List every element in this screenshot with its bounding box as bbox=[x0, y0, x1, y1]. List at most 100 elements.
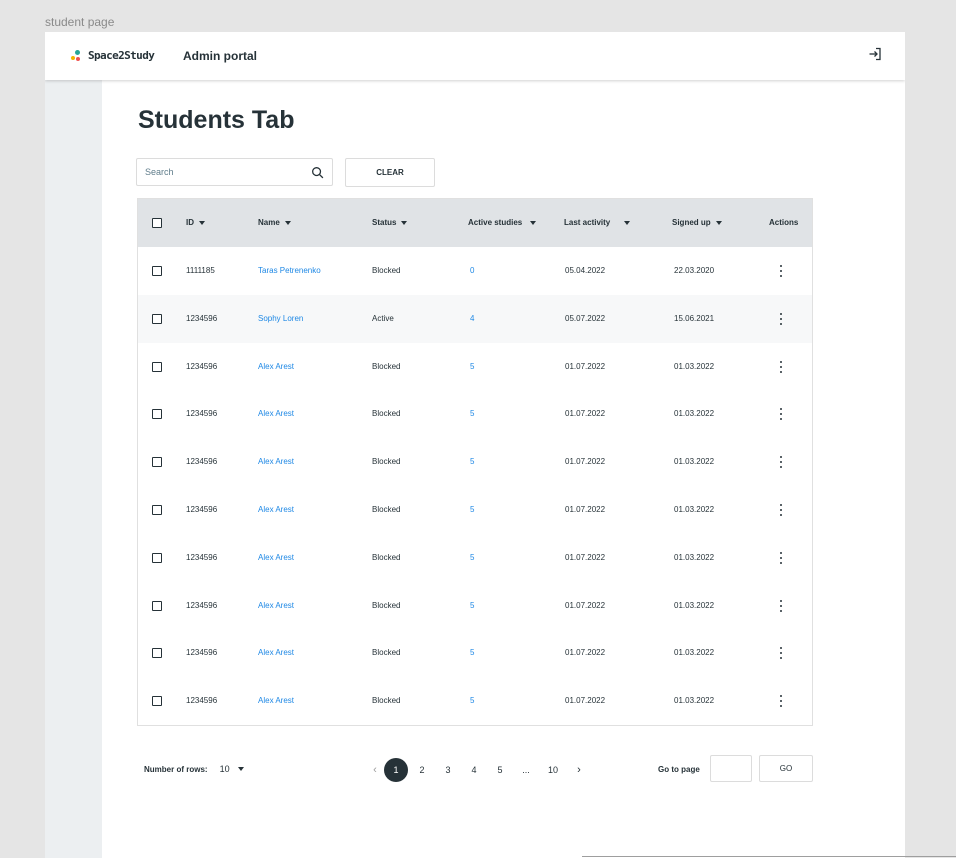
student-name-link[interactable]: Alex Arest bbox=[258, 696, 294, 705]
cell-status: Blocked bbox=[372, 266, 401, 275]
column-status-label: Status bbox=[372, 218, 397, 227]
table-row[interactable]: 1111185 Taras Petrenenko Blocked 0 05.04.202… bbox=[138, 247, 812, 295]
active-studies-link[interactable]: 0 bbox=[470, 266, 474, 275]
row-checkbox[interactable] bbox=[152, 552, 162, 563]
page-title: Students Tab bbox=[138, 106, 295, 134]
column-name[interactable]: Name bbox=[258, 218, 291, 227]
select-all-checkbox[interactable] bbox=[152, 218, 162, 228]
more-actions-icon[interactable] bbox=[779, 504, 783, 516]
table-row[interactable]: 1234596 Alex Arest Blocked 5 01.07.2022 01.03… bbox=[138, 677, 812, 725]
page-button[interactable]: 1 bbox=[384, 758, 408, 782]
more-actions-icon[interactable] bbox=[779, 360, 783, 373]
more-actions-icon[interactable] bbox=[779, 647, 783, 660]
page-button[interactable]: 5 bbox=[488, 758, 512, 782]
page-button[interactable]: 10 bbox=[541, 758, 565, 782]
cell-last-activity: 01.07.2022 bbox=[565, 457, 606, 467]
cell-id: 1234596 bbox=[186, 648, 218, 658]
search-box bbox=[136, 158, 333, 186]
row-checkbox[interactable] bbox=[152, 600, 162, 611]
cell-last-activity: 05.07.2022 bbox=[565, 313, 606, 323]
student-name-link[interactable]: Alex Arest bbox=[258, 457, 294, 466]
table-header: ID Name Status Active studies Last activ… bbox=[138, 199, 812, 247]
cell-id: 1234596 bbox=[186, 600, 218, 610]
more-actions-icon[interactable] bbox=[779, 408, 783, 421]
table-row[interactable]: 1234596 Alex Arest Blocked 5 01.07.2022 01.03… bbox=[138, 582, 812, 630]
active-studies-link[interactable]: 5 bbox=[470, 696, 474, 705]
table-row[interactable]: 1234596 Alex Arest Blocked 5 01.07.2022 01.03… bbox=[138, 629, 812, 677]
cell-signed-up: 01.03.2022 bbox=[674, 361, 715, 371]
cell-last-activity: 01.07.2022 bbox=[565, 409, 606, 419]
clear-button[interactable]: CLEAR bbox=[345, 158, 435, 187]
sort-caret-icon bbox=[530, 220, 537, 225]
column-last-activity[interactable]: Last activity bbox=[564, 218, 631, 227]
active-studies-link[interactable]: 5 bbox=[470, 601, 474, 610]
page-button[interactable]: 2 bbox=[410, 758, 434, 782]
table-row[interactable]: 1234596 Alex Arest Blocked 5 01.07.2022 01.03… bbox=[138, 343, 812, 391]
student-name-link[interactable]: Alex Arest bbox=[258, 648, 294, 657]
students-table: ID Name Status Active studies Last activ… bbox=[137, 198, 813, 726]
cell-signed-up: 01.03.2022 bbox=[674, 409, 715, 419]
student-name-link[interactable]: Alex Arest bbox=[258, 601, 294, 610]
row-checkbox[interactable] bbox=[152, 313, 162, 324]
more-actions-icon[interactable] bbox=[779, 599, 783, 612]
active-studies-link[interactable]: 5 bbox=[470, 505, 474, 514]
active-studies-link[interactable]: 5 bbox=[470, 409, 474, 418]
active-studies-link[interactable]: 5 bbox=[470, 553, 474, 562]
row-checkbox[interactable] bbox=[152, 409, 162, 420]
student-name-link[interactable]: Alex Arest bbox=[258, 553, 294, 562]
table-row[interactable]: 1234596 Alex Arest Blocked 5 01.07.2022 01.03… bbox=[138, 390, 812, 438]
student-name-link[interactable]: Alex Arest bbox=[258, 505, 294, 514]
column-signed-up[interactable]: Signed up bbox=[672, 218, 722, 227]
student-name-link[interactable]: Alex Arest bbox=[258, 362, 294, 371]
cell-signed-up: 01.03.2022 bbox=[674, 600, 715, 610]
more-actions-icon[interactable] bbox=[779, 265, 783, 277]
cell-last-activity: 01.07.2022 bbox=[565, 552, 606, 562]
row-checkbox[interactable] bbox=[152, 648, 162, 659]
row-checkbox[interactable] bbox=[152, 457, 162, 468]
more-actions-icon[interactable] bbox=[779, 695, 783, 708]
active-studies-link[interactable]: 5 bbox=[470, 648, 474, 657]
active-studies-link[interactable]: 5 bbox=[470, 457, 474, 466]
rows-per-page-label: Number of rows: bbox=[144, 764, 208, 774]
more-actions-icon[interactable] bbox=[779, 456, 783, 469]
table-row[interactable]: 1234596 Alex Arest Blocked 5 01.07.2022 01.03… bbox=[138, 534, 812, 582]
row-checkbox[interactable] bbox=[152, 266, 162, 276]
student-name-link[interactable]: Taras Petrenenko bbox=[258, 266, 321, 275]
table-row[interactable]: 1234596 Alex Arest Blocked 5 01.07.2022 01.03… bbox=[138, 486, 812, 534]
more-actions-icon[interactable] bbox=[779, 551, 783, 564]
next-page-button[interactable]: › bbox=[567, 758, 591, 782]
goto-page-input[interactable] bbox=[710, 755, 752, 782]
logo-text: Space2Study bbox=[88, 49, 155, 62]
page-button[interactable]: 3 bbox=[436, 758, 460, 782]
cell-status: Blocked bbox=[372, 409, 401, 419]
cell-status: Blocked bbox=[372, 600, 401, 610]
row-checkbox[interactable] bbox=[152, 361, 162, 372]
table-row[interactable]: 1234596 Alex Arest Blocked 5 01.07.2022 01.03… bbox=[138, 438, 812, 486]
more-actions-icon[interactable] bbox=[779, 312, 783, 325]
search-input[interactable] bbox=[145, 167, 295, 177]
cell-id: 1234596 bbox=[186, 457, 218, 467]
rows-per-page-select[interactable]: 10 bbox=[220, 764, 244, 774]
cell-signed-up: 01.03.2022 bbox=[674, 457, 715, 467]
cell-signed-up: 01.03.2022 bbox=[674, 648, 715, 658]
table-row[interactable]: 1234596 Sophy Loren Active 4 05.07.2022 15.06… bbox=[138, 294, 812, 343]
logo[interactable]: Space2Study bbox=[71, 49, 155, 62]
row-checkbox[interactable] bbox=[152, 505, 162, 515]
cell-status: Blocked bbox=[372, 696, 401, 706]
column-status[interactable]: Status bbox=[372, 218, 408, 227]
row-checkbox[interactable] bbox=[152, 696, 162, 707]
active-studies-link[interactable]: 5 bbox=[470, 362, 474, 371]
column-signed-up-label: Signed up bbox=[672, 218, 711, 227]
column-active-studies[interactable]: Active studies bbox=[468, 218, 537, 227]
student-name-link[interactable]: Alex Arest bbox=[258, 409, 294, 418]
column-id[interactable]: ID bbox=[186, 218, 205, 227]
page-button[interactable]: 4 bbox=[462, 758, 486, 782]
active-studies-link[interactable]: 4 bbox=[470, 314, 474, 323]
cell-id: 1234596 bbox=[186, 552, 218, 562]
cell-last-activity: 01.07.2022 bbox=[565, 600, 606, 610]
student-name-link[interactable]: Sophy Loren bbox=[258, 314, 303, 323]
logout-icon[interactable] bbox=[867, 46, 883, 62]
go-button[interactable]: GO bbox=[759, 755, 813, 782]
column-active-studies-label: Active studies bbox=[468, 218, 523, 227]
search-icon[interactable] bbox=[311, 166, 324, 179]
